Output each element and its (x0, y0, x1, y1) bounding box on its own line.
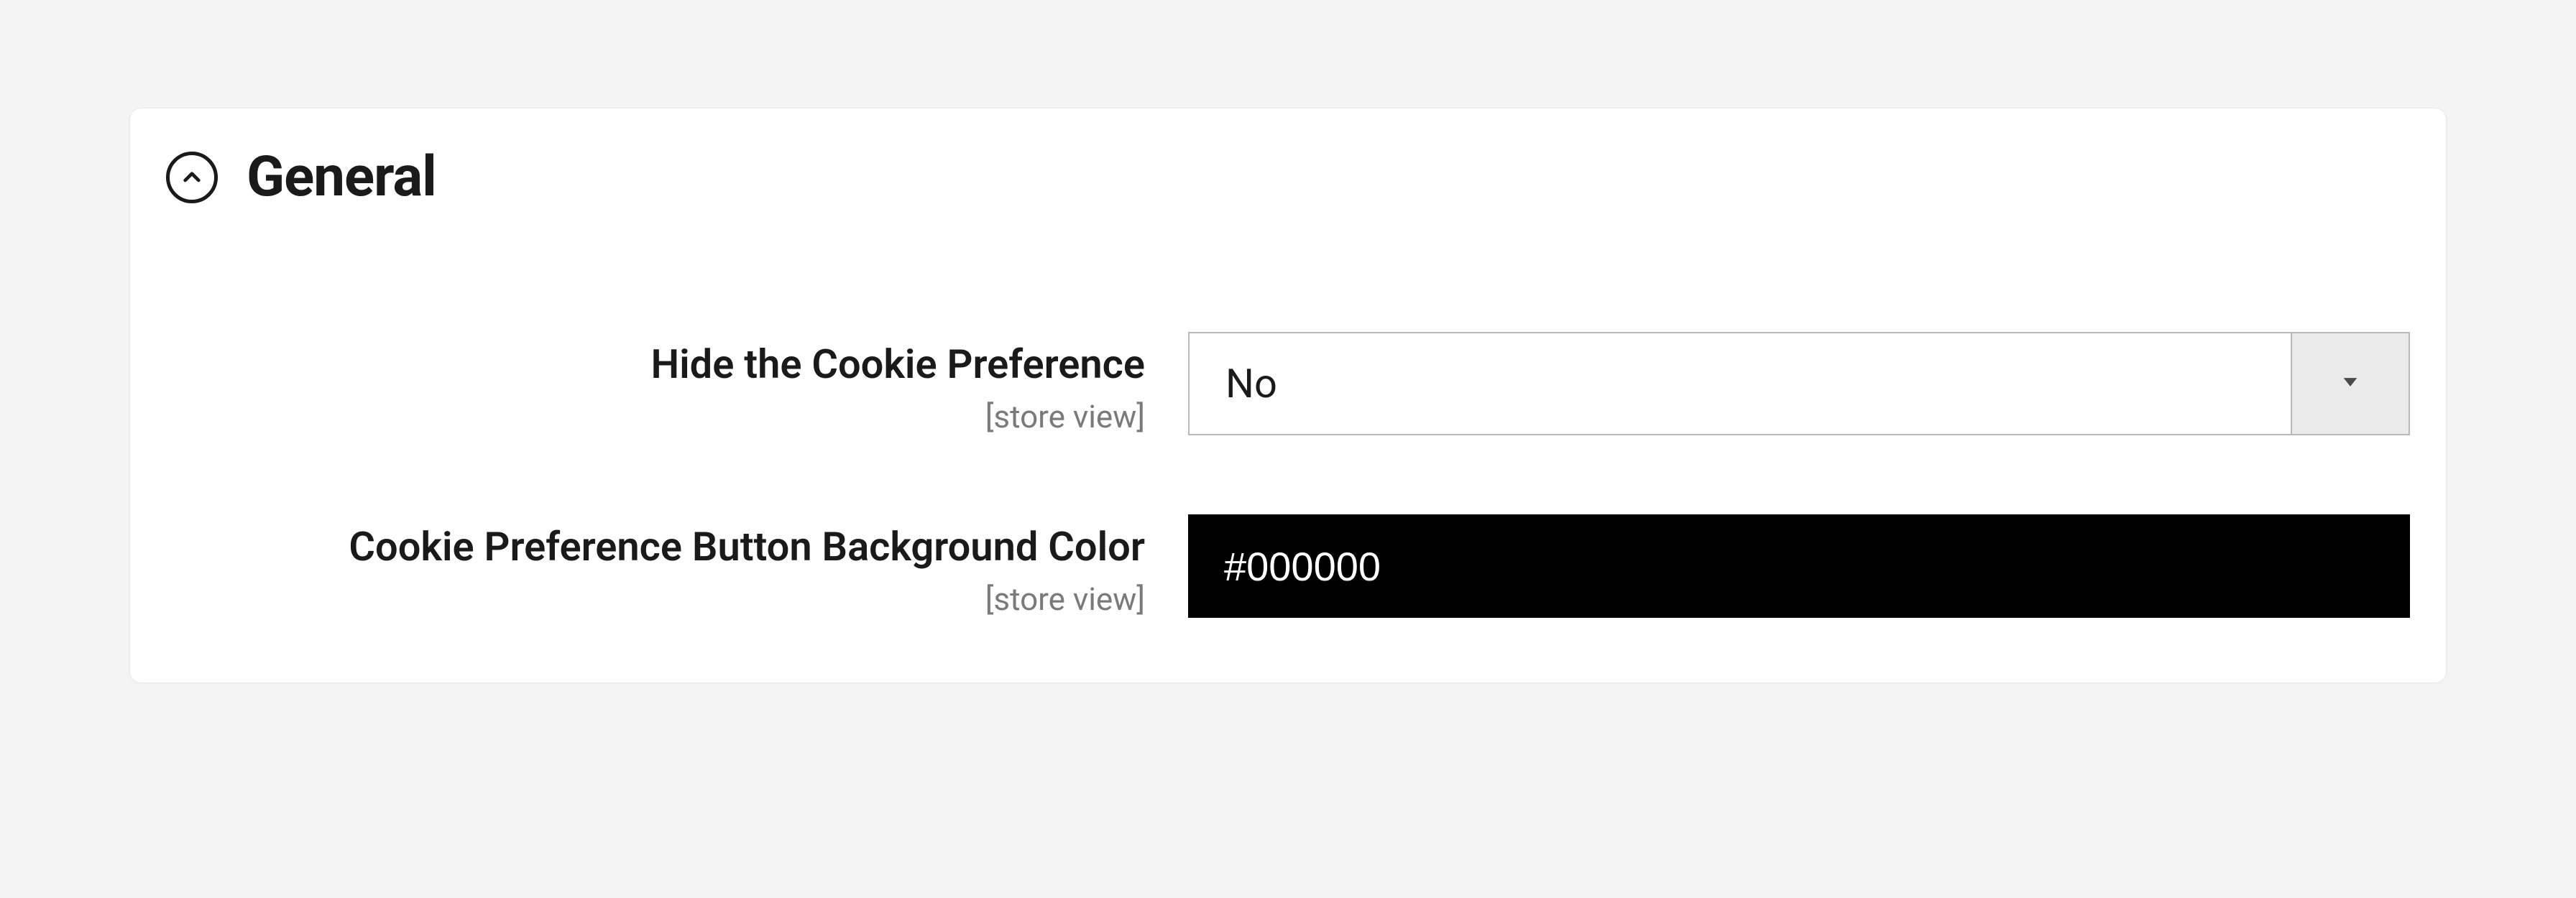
caret-down-icon (2340, 372, 2360, 395)
field-row-hide-cookie-preference: Hide the Cookie Preference [store view] … (166, 332, 2410, 435)
field-label: Cookie Preference Button Background Colo… (166, 520, 1145, 575)
hide-cookie-preference-select[interactable]: No (1188, 332, 2410, 435)
field-label: Hide the Cookie Preference (166, 338, 1145, 392)
section-header[interactable]: General (130, 108, 2446, 231)
label-column: Hide the Cookie Preference [store view] (166, 332, 1188, 435)
field-row-button-bg-color: Cookie Preference Button Background Colo… (166, 514, 2410, 618)
select-dropdown-button[interactable] (2291, 333, 2409, 434)
input-column: No (1188, 332, 2410, 435)
scope-badge: [store view] (166, 398, 1145, 435)
label-column: Cookie Preference Button Background Colo… (166, 514, 1188, 618)
select-value: No (1190, 333, 2291, 434)
config-panel: General Hide the Cookie Preference [stor… (129, 108, 2447, 683)
form-body: Hide the Cookie Preference [store view] … (130, 231, 2446, 682)
scope-badge: [store view] (166, 580, 1145, 618)
input-column (1188, 514, 2410, 618)
button-bg-color-input[interactable] (1188, 514, 2410, 618)
section-title: General (247, 144, 436, 210)
collapse-icon (166, 152, 218, 203)
